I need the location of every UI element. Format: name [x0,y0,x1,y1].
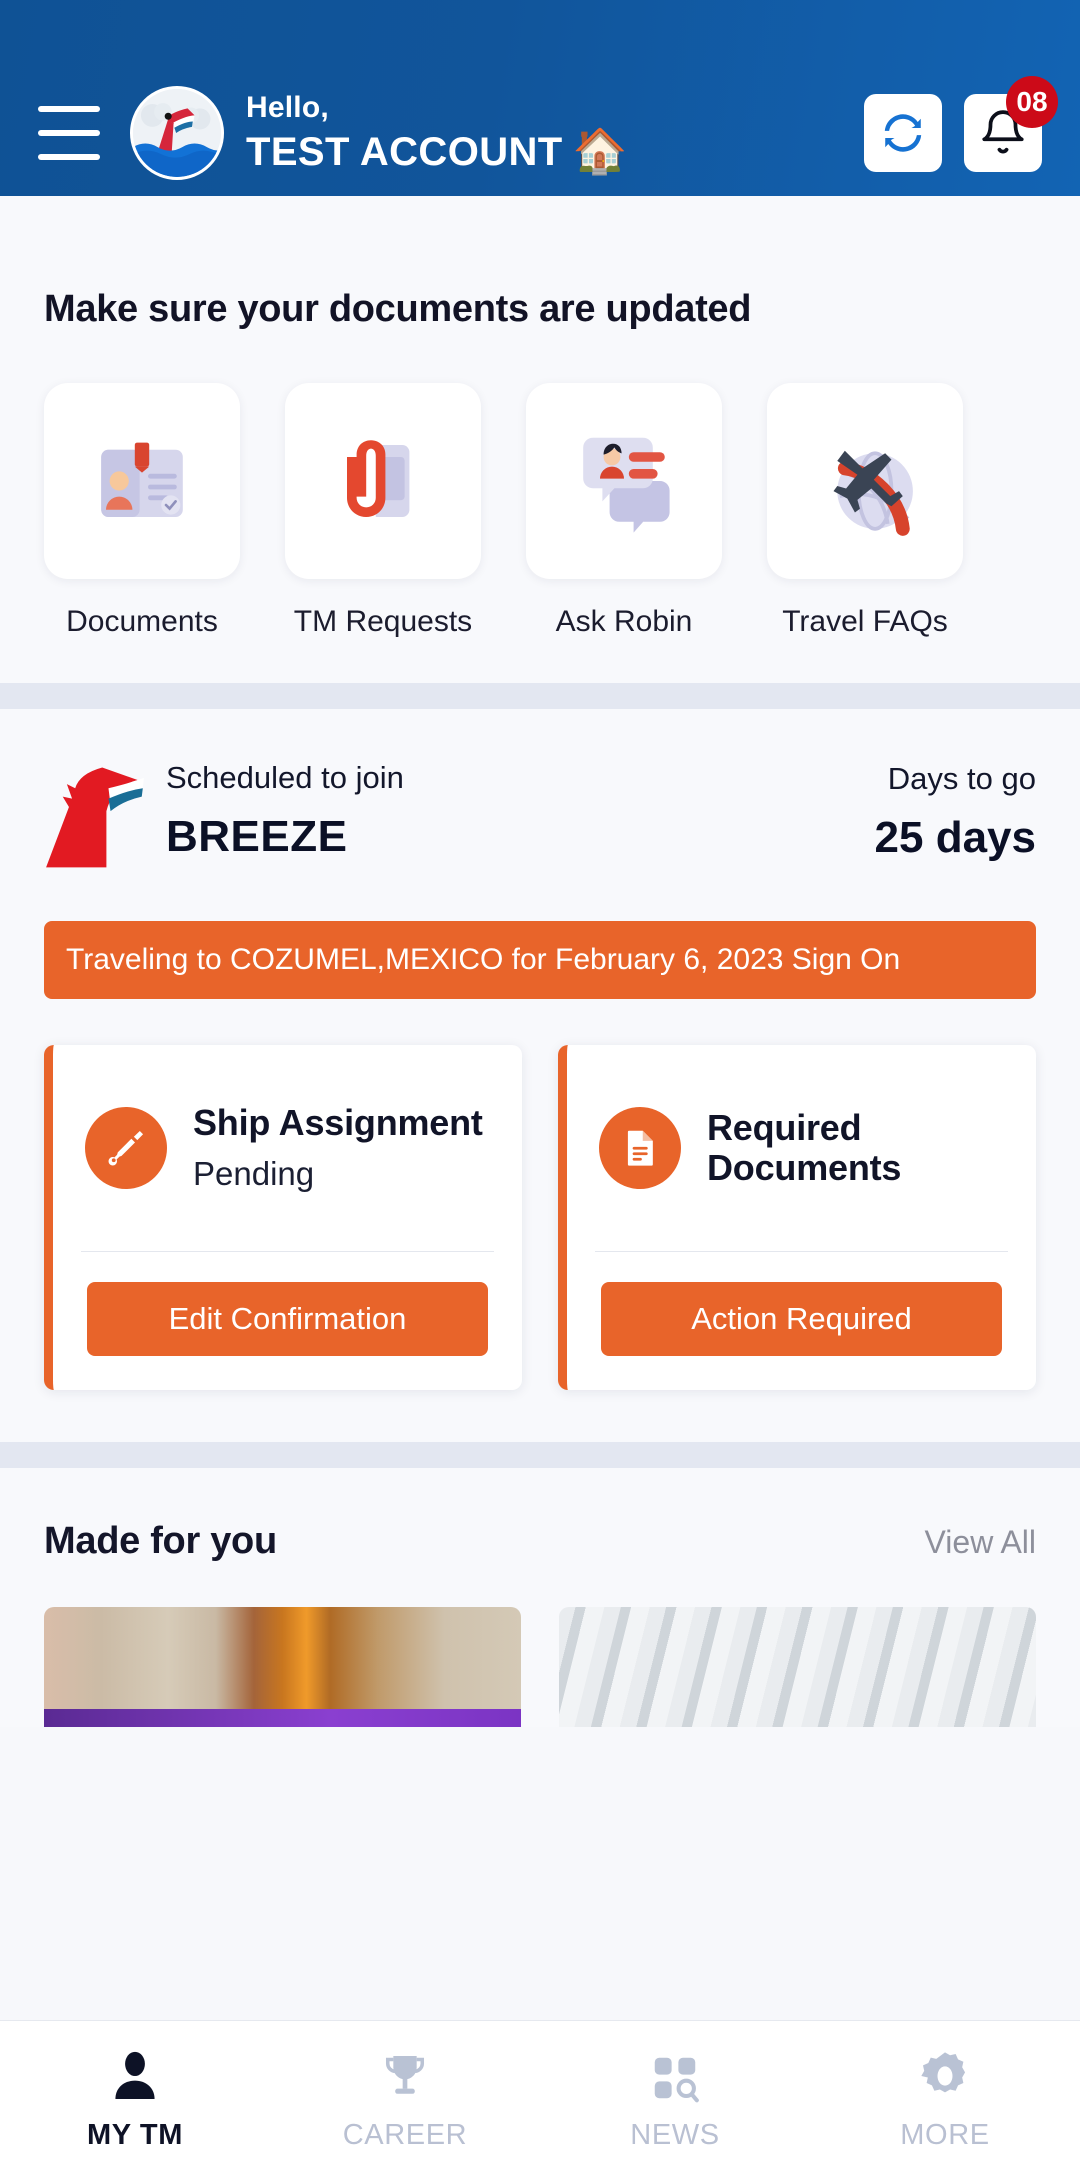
app-screen: Hello, TEST ACCOUNT 🏠 08 Make sure your … [0,0,1080,2173]
nav-label-more: MORE [900,2118,990,2151]
notification-badge: 08 [1006,76,1058,128]
ship-assignment-section: Scheduled to join BREEZE Days to go 25 d… [0,709,1080,1442]
nav-item-career[interactable]: CAREER [270,2021,540,2173]
scheduled-label: Scheduled to join [166,760,404,795]
section-divider-1 [0,683,1080,709]
person-icon [115,2051,155,2099]
content-sheet: Make sure your documents are updated Doc… [0,196,1080,1727]
tile-travel-faqs[interactable]: Travel FAQs [767,383,963,639]
made-for-you-section: Made for you View All [0,1468,1080,1727]
documents-section-title: Make sure your documents are updated [44,288,752,330]
ship-assignment-card-bottom: Edit Confirmation [53,1252,522,1390]
grid-search-icon-wrap [648,2043,702,2105]
grid-search-icon [654,2057,699,2102]
tile-tm-requests-card[interactable] [285,383,481,579]
edit-confirmation-button[interactable]: Edit Confirmation [87,1282,488,1356]
greeting-text: Hello, [246,91,329,125]
pen-nib-icon-circle [85,1107,167,1189]
paperclip-document-icon [347,440,410,517]
house-icon: 🏠 [572,127,628,177]
action-required-button[interactable]: Action Required [601,1282,1002,1356]
nav-label-news: NEWS [630,2118,720,2151]
made-for-you-header: Made for you View All [44,1520,1036,1563]
quick-access-tiles: Documents TM Requests Ask Robin Travel F… [44,383,1036,639]
nav-label-career: CAREER [342,2118,468,2151]
travel-banner[interactable]: Traveling to COZUMEL,MEXICO for February… [44,921,1036,999]
required-documents-card-top: Required Documents [567,1045,1036,1251]
view-all-link[interactable]: View All [925,1524,1036,1561]
tile-ask-robin-card[interactable] [526,383,722,579]
nav-item-news[interactable]: NEWS [540,2021,810,2173]
refresh-icon [884,114,922,152]
chat-bubbles-icon [583,437,670,533]
tile-tm-requests-label: TM Requests [293,605,473,638]
nav-item-more[interactable]: MORE [810,2021,1080,2173]
days-to-go-value: 25 days [874,813,1036,862]
carnival-funnel-logo-icon [46,767,144,868]
ship-summary-row: Scheduled to join BREEZE Days to go 25 d… [44,759,1036,875]
made-for-you-cards [44,1607,1036,1727]
greeting-block: Hello, TEST ACCOUNT 🏠 [246,91,864,175]
tile-ask-robin[interactable]: Ask Robin [526,383,722,639]
tile-tm-requests[interactable]: TM Requests [285,383,481,639]
id-card-icon [101,442,183,517]
made-for-you-title: Made for you [44,1520,277,1562]
tile-travel-faqs-card[interactable] [767,383,963,579]
days-to-go-label: Days to go [887,761,1036,796]
tile-documents[interactable]: Documents [44,383,240,639]
bottom-navigation: MY TM CAREER NEWS MORE [0,2020,1080,2173]
days-to-go-block: Days to go 25 days [875,759,1036,863]
account-name-row: TEST ACCOUNT 🏠 [246,130,864,175]
document-icon [627,1130,653,1166]
hamburger-menu-icon[interactable] [38,106,102,160]
made-for-you-card-2[interactable] [559,1607,1036,1727]
tile-documents-card[interactable] [44,383,240,579]
nav-item-my-tm[interactable]: MY TM [0,2021,270,2173]
ship-assignment-card-top: Ship Assignment Pending [53,1045,522,1251]
documents-section: Make sure your documents are updated Doc… [0,196,1080,683]
nav-label-my-tm: MY TM [87,2118,183,2151]
ship-assignment-card[interactable]: Ship Assignment Pending Edit Confirmatio… [44,1045,522,1390]
header-row: Hello, TEST ACCOUNT 🏠 08 [0,76,1080,188]
airplane-globe-icon [833,450,913,536]
pen-nib-icon [108,1130,144,1166]
tile-travel-faqs-label: Travel FAQs [782,605,948,638]
account-name: TEST ACCOUNT [246,129,563,174]
ship-assignment-text: Ship Assignment Pending [193,1101,483,1193]
tile-ask-robin-label: Ask Robin [555,605,693,638]
section-divider-2 [0,1442,1080,1468]
made-for-you-card-1[interactable] [44,1607,521,1727]
action-cards: Ship Assignment Pending Edit Confirmatio… [44,1045,1036,1390]
avatar[interactable] [130,86,224,180]
ship-name: BREEZE [166,812,348,862]
required-documents-text: Required Documents [707,1106,1036,1189]
gear-icon-wrap [916,2043,974,2105]
trophy-icon [385,2055,425,2094]
person-icon-wrap [106,2043,164,2105]
notifications-button[interactable]: 08 [964,76,1058,172]
required-documents-card[interactable]: Required Documents Action Required [558,1045,1036,1390]
gear-icon [921,2051,966,2092]
trophy-icon-wrap [377,2043,433,2105]
carnival-funnel-avatar-icon [133,89,221,177]
ship-info: Scheduled to join BREEZE [166,759,875,862]
ship-assignment-title: Ship Assignment [193,1101,483,1143]
required-documents-title: Required Documents [707,1106,902,1188]
required-documents-card-bottom: Action Required [567,1252,1036,1390]
tile-documents-label: Documents [66,605,218,638]
header-actions: 08 [864,76,1058,172]
refresh-button[interactable] [864,94,942,172]
document-icon-circle [599,1107,681,1189]
ship-assignment-status: Pending [193,1155,315,1193]
